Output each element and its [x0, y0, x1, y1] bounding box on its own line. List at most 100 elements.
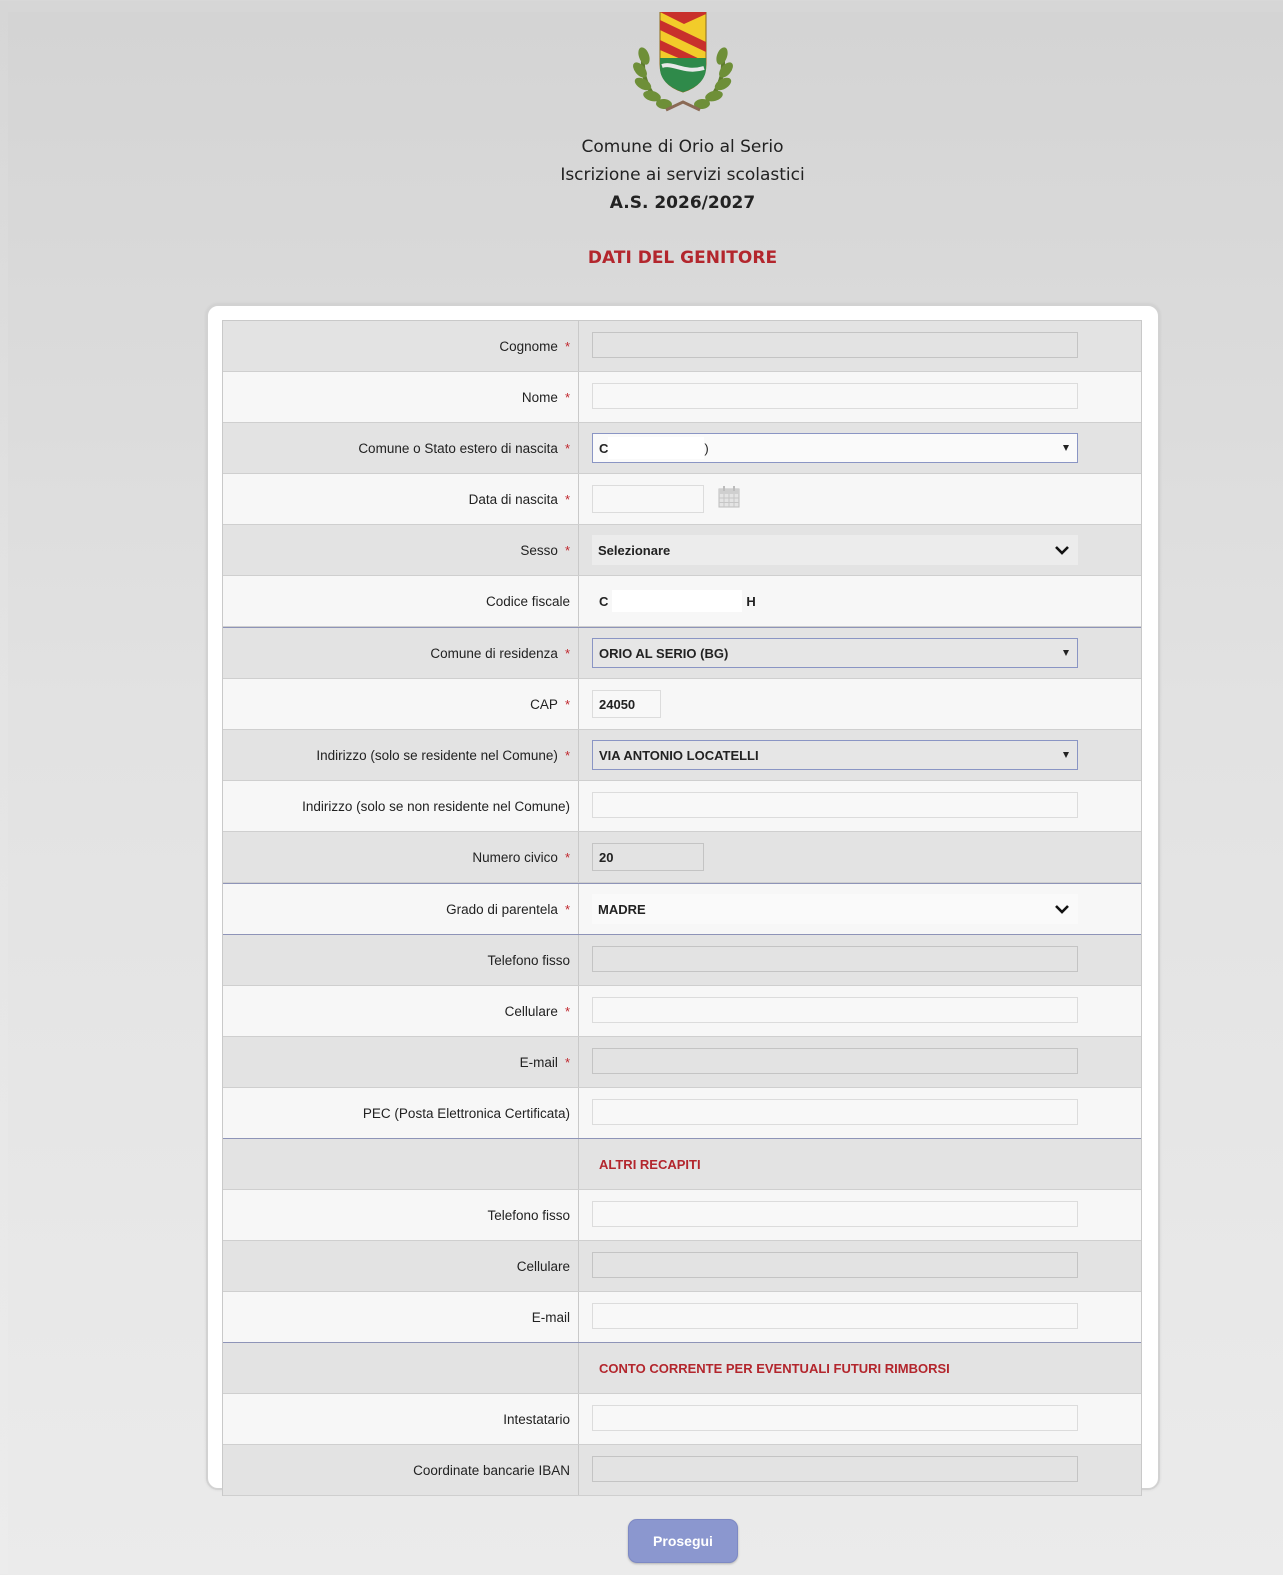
pec-input[interactable]	[592, 1099, 1078, 1125]
altri-telefono-fisso-input[interactable]	[592, 1201, 1078, 1227]
row-indirizzo-residente: Indirizzo (solo se residente nel Comune)…	[223, 730, 1141, 781]
dropdown-arrow-icon	[1063, 650, 1069, 656]
row-sesso: Sesso * Selezionare	[223, 525, 1141, 576]
calendar-icon[interactable]	[717, 485, 741, 509]
iban-input[interactable]	[592, 1456, 1078, 1482]
label-email: E-mail	[519, 1054, 558, 1070]
codice-fiscale-value: C H	[599, 576, 756, 626]
required-mark: *	[564, 1054, 570, 1070]
label-altri-telefono-fisso: Telefono fisso	[487, 1207, 570, 1223]
row-altri-recapiti-header: ALTRI RECAPITI	[223, 1139, 1141, 1190]
dropdown-arrow-icon	[1063, 445, 1069, 451]
chevron-down-icon	[1055, 905, 1069, 914]
parent-form-table: Cognome * Nome * Comune o Stato estero di …	[222, 320, 1142, 1496]
prosegui-button[interactable]: Prosegui	[628, 1519, 738, 1563]
sesso-value: Selezionare	[598, 542, 671, 558]
label-sesso: Sesso	[520, 542, 558, 558]
header-municipality: Comune di Orio al Serio	[581, 137, 784, 157]
label-data-nascita: Data di nascita	[468, 491, 558, 507]
row-nome: Nome *	[223, 372, 1141, 423]
conto-corrente-title: CONTO CORRENTE PER EVENTUALI FUTURI RIMB…	[599, 1360, 950, 1376]
comune-nascita-value-end: )	[704, 440, 709, 456]
row-iban: Coordinate bancarie IBAN	[223, 1445, 1141, 1496]
header-service: Iscrizione ai servizi scolastici	[560, 165, 805, 185]
comune-nascita-select[interactable]: C )	[592, 433, 1078, 463]
row-cap: CAP * 24050	[223, 679, 1141, 730]
row-altri-cellulare: Cellulare	[223, 1241, 1141, 1292]
label-iban: Coordinate bancarie IBAN	[413, 1462, 570, 1478]
altri-email-input[interactable]	[592, 1303, 1078, 1329]
label-numero-civico: Numero civico	[472, 849, 558, 865]
required-mark: *	[564, 849, 570, 865]
altri-cellulare-input[interactable]	[592, 1252, 1078, 1278]
required-mark: *	[564, 696, 570, 712]
chevron-down-icon	[1055, 546, 1069, 555]
required-mark: *	[564, 338, 570, 354]
cellulare-input[interactable]	[592, 997, 1078, 1023]
header-school-year: A.S. 2026/2027	[609, 193, 756, 213]
indirizzo-residente-select[interactable]: VIA ANTONIO LOCATELLI	[592, 740, 1078, 770]
row-altri-telefono-fisso: Telefono fisso	[223, 1190, 1141, 1241]
cap-input[interactable]: 24050	[592, 690, 661, 718]
row-indirizzo-non-residente: Indirizzo (solo se non residente nel Com…	[223, 781, 1141, 832]
telefono-fisso-input[interactable]	[592, 946, 1078, 972]
indirizzo-non-residente-input[interactable]	[592, 792, 1078, 818]
label-grado-parentela: Grado di parentela	[446, 901, 558, 917]
required-mark: *	[564, 747, 570, 763]
row-conto-header: CONTO CORRENTE PER EVENTUALI FUTURI RIMB…	[223, 1343, 1141, 1394]
email-input[interactable]	[592, 1048, 1078, 1074]
label-pec: PEC (Posta Elettronica Certificata)	[362, 1105, 570, 1121]
dropdown-arrow-icon	[1063, 752, 1069, 758]
label-altri-email: E-mail	[531, 1309, 570, 1325]
data-nascita-input[interactable]	[592, 485, 704, 513]
row-pec: PEC (Posta Elettronica Certificata)	[223, 1088, 1141, 1139]
cognome-input[interactable]	[592, 332, 1078, 358]
intestatario-input[interactable]	[592, 1405, 1078, 1431]
grado-parentela-select[interactable]: MADRE	[592, 894, 1078, 924]
row-codice-fiscale: Codice fiscale C H	[223, 576, 1141, 627]
label-cap: CAP	[530, 696, 558, 712]
nome-input[interactable]	[592, 383, 1078, 409]
label-telefono-fisso: Telefono fisso	[487, 952, 570, 968]
comune-residenza-value: ORIO AL SERIO (BG)	[599, 645, 729, 661]
label-cellulare: Cellulare	[504, 1003, 558, 1019]
comune-nascita-value-start: C	[599, 440, 609, 456]
sesso-select[interactable]: Selezionare	[592, 535, 1078, 565]
redacted-area	[612, 590, 743, 612]
required-mark: *	[564, 542, 570, 558]
numero-civico-value: 20	[599, 849, 614, 865]
row-altri-email: E-mail	[223, 1292, 1141, 1343]
required-mark: *	[564, 440, 570, 456]
row-grado-parentela: Grado di parentela * MADRE	[223, 883, 1141, 935]
label-codice-fiscale: Codice fiscale	[485, 593, 570, 609]
row-telefono-fisso: Telefono fisso	[223, 935, 1141, 986]
label-indirizzo-residente: Indirizzo (solo se residente nel Comune)	[316, 747, 558, 763]
required-mark: *	[564, 389, 570, 405]
required-mark: *	[564, 491, 570, 507]
row-intestatario: Intestatario	[223, 1394, 1141, 1445]
label-cognome: Cognome	[499, 338, 558, 354]
codice-fiscale-start: C	[599, 593, 609, 609]
label-comune-residenza: Comune di residenza	[430, 645, 558, 661]
required-mark: *	[564, 901, 570, 917]
numero-civico-input[interactable]: 20	[592, 843, 704, 871]
redacted-area	[608, 437, 705, 459]
cap-value: 24050	[599, 696, 636, 712]
row-comune-nascita: Comune o Stato estero di nascita * C )	[223, 423, 1141, 474]
altri-recapiti-title: ALTRI RECAPITI	[599, 1156, 701, 1172]
codice-fiscale-end: H	[746, 593, 756, 609]
row-email: E-mail *	[223, 1037, 1141, 1088]
label-comune-nascita: Comune o Stato estero di nascita	[358, 440, 558, 456]
row-cognome: Cognome *	[223, 321, 1141, 372]
label-nome: Nome	[521, 389, 558, 405]
label-intestatario: Intestatario	[503, 1411, 570, 1427]
label-altri-cellulare: Cellulare	[516, 1258, 570, 1274]
row-data-nascita: Data di nascita *	[223, 474, 1141, 525]
coat-of-arms-logo	[633, 12, 733, 112]
row-cellulare: Cellulare *	[223, 986, 1141, 1037]
required-mark: *	[564, 1003, 570, 1019]
comune-residenza-select[interactable]: ORIO AL SERIO (BG)	[592, 638, 1078, 668]
indirizzo-residente-value: VIA ANTONIO LOCATELLI	[599, 747, 759, 763]
row-comune-residenza: Comune di residenza * ORIO AL SERIO (BG)	[223, 627, 1141, 679]
label-indirizzo-non-residente: Indirizzo (solo se non residente nel Com…	[302, 798, 570, 814]
